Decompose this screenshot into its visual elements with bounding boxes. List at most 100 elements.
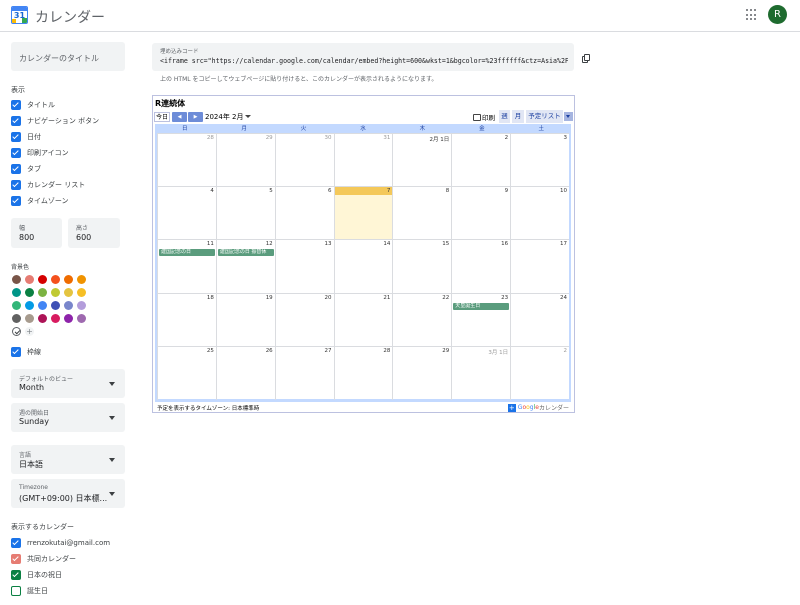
day-cell[interactable]: 12 建国記念の日 振替休 (215, 240, 275, 294)
day-cell[interactable]: 9 (451, 187, 510, 241)
color-swatch[interactable] (51, 275, 60, 284)
day-cell[interactable]: 3 (510, 134, 569, 188)
checkbox-box[interactable] (11, 164, 21, 174)
month-dropdown-icon[interactable] (245, 115, 251, 118)
day-cell[interactable]: 29 (215, 134, 275, 188)
day-cell[interactable]: 28 (333, 346, 393, 400)
color-swatch[interactable] (25, 275, 34, 284)
day-cell[interactable]: 5 (215, 187, 275, 241)
color-swatch[interactable] (38, 301, 47, 310)
day-cell[interactable]: 23 天皇誕生日 (451, 293, 510, 347)
display-option-checkbox[interactable]: 日付 (11, 131, 41, 143)
color-swatch[interactable] (77, 275, 86, 284)
width-input[interactable]: 幅 800 (11, 218, 62, 248)
calendar-logo-icon[interactable]: 31 (11, 6, 28, 24)
day-cell[interactable]: 3月 1日 (451, 346, 510, 400)
border-checkbox-box[interactable] (11, 347, 21, 357)
checkbox-box[interactable] (11, 116, 21, 126)
color-swatch[interactable] (38, 314, 47, 323)
color-swatch[interactable] (12, 301, 21, 310)
apps-grid-icon[interactable] (746, 9, 758, 21)
copy-icon[interactable] (582, 54, 590, 63)
day-cell[interactable]: 18 (157, 293, 216, 347)
color-swatch[interactable] (77, 288, 86, 297)
week-start-select[interactable]: 週の開始日 Sunday (11, 403, 125, 432)
day-cell[interactable]: 21 (333, 293, 393, 347)
color-swatch[interactable] (64, 275, 73, 284)
calendar-title-input[interactable]: カレンダーのタイトル (11, 42, 125, 71)
color-swatch[interactable] (64, 301, 73, 310)
display-option-checkbox[interactable]: 印刷アイコン (11, 147, 69, 159)
color-swatch[interactable] (12, 314, 21, 323)
display-option-checkbox[interactable]: カレンダー リスト (11, 179, 85, 191)
checkbox-box[interactable] (11, 148, 21, 158)
day-cell[interactable]: 29 (392, 346, 451, 400)
color-swatch[interactable] (77, 314, 86, 323)
embed-code-field[interactable]: 埋め込みコード <iframe src="https://calendar.go… (152, 43, 574, 71)
checkbox-box[interactable] (11, 180, 21, 190)
selected-white-swatch[interactable] (12, 327, 21, 336)
color-swatch[interactable] (38, 288, 47, 297)
color-swatch[interactable] (38, 275, 47, 284)
day-cell[interactable]: 2月 1日 (392, 134, 451, 188)
day-cell[interactable]: 15 (392, 240, 451, 294)
height-input[interactable]: 高さ 600 (68, 218, 120, 248)
day-cell[interactable]: 8 (392, 187, 451, 241)
google-calendar-badge[interactable]: + Google カレンダー (507, 403, 569, 412)
color-swatch[interactable] (51, 314, 60, 323)
day-cell[interactable]: 4 (157, 187, 216, 241)
day-cell[interactable]: 30 (274, 134, 334, 188)
holiday-event[interactable]: 建国記念の日 (159, 249, 215, 257)
calendar-list-item[interactable]: rrenzokutai@gmail.com (11, 537, 110, 549)
day-cell[interactable]: 14 (333, 240, 393, 294)
display-option-checkbox[interactable]: ナビゲーション ボタン (11, 115, 99, 127)
day-cell[interactable]: 2 (510, 346, 569, 400)
default-view-select[interactable]: デフォルトのビュー Month (11, 369, 125, 398)
calendar-list-item[interactable]: 日本の祝日 (11, 569, 62, 581)
day-cell[interactable]: 11 建国記念の日 (157, 240, 216, 294)
checkbox-box[interactable] (11, 100, 21, 110)
calendar-list-item[interactable]: 誕生日 (11, 585, 48, 597)
color-swatch[interactable] (12, 275, 21, 284)
holiday-event[interactable]: 天皇誕生日 (453, 302, 510, 310)
color-swatch[interactable] (25, 288, 34, 297)
color-swatch[interactable] (12, 288, 21, 297)
tab-agenda[interactable]: 予定リスト (526, 110, 563, 123)
today-button[interactable]: 今日 (154, 112, 170, 122)
tab-week[interactable]: 週 (499, 110, 510, 123)
checkbox-box[interactable] (11, 132, 21, 142)
calendar-list-item[interactable]: 共同カレンダー (11, 553, 76, 565)
day-cell[interactable]: 31 (333, 134, 393, 188)
day-cell[interactable]: 2 (451, 134, 510, 188)
checkbox-box[interactable] (11, 196, 21, 206)
color-swatch[interactable] (25, 314, 34, 323)
day-cell[interactable]: 7 (333, 187, 393, 241)
display-option-checkbox[interactable]: タイトル (11, 99, 55, 111)
view-menu-icon[interactable] (564, 112, 573, 121)
day-cell[interactable]: 25 (157, 346, 216, 400)
tab-month[interactable]: 月 (512, 110, 524, 123)
color-swatch[interactable] (51, 301, 60, 310)
holiday-event[interactable]: 建国記念の日 振替休 (217, 249, 274, 257)
color-swatch[interactable] (51, 288, 60, 297)
day-cell[interactable]: 6 (274, 187, 334, 241)
language-select[interactable]: 言語 日本語 (11, 445, 125, 474)
day-cell[interactable]: 28 (157, 134, 216, 188)
color-swatch[interactable] (64, 314, 73, 323)
calendar-checkbox[interactable] (11, 570, 21, 580)
embed-code-value[interactable]: <iframe src="https://calendar.google.com… (160, 57, 568, 65)
day-cell[interactable]: 27 (274, 346, 334, 400)
prev-month-button[interactable]: ◀ (172, 112, 187, 122)
day-cell[interactable]: 10 (510, 187, 569, 241)
add-color-icon[interactable]: + (25, 327, 34, 336)
day-cell[interactable]: 19 (215, 293, 275, 347)
display-option-checkbox[interactable]: タイムゾーン (11, 195, 69, 207)
calendar-checkbox[interactable] (11, 586, 21, 596)
day-cell[interactable]: 22 (392, 293, 451, 347)
current-month-label[interactable]: 2024年 2月 (205, 112, 244, 122)
day-cell[interactable]: 26 (215, 346, 275, 400)
day-cell[interactable]: 20 (274, 293, 334, 347)
day-cell[interactable]: 17 (510, 240, 569, 294)
display-option-checkbox[interactable]: タブ (11, 163, 41, 175)
border-checkbox[interactable]: 枠線 (11, 346, 41, 358)
